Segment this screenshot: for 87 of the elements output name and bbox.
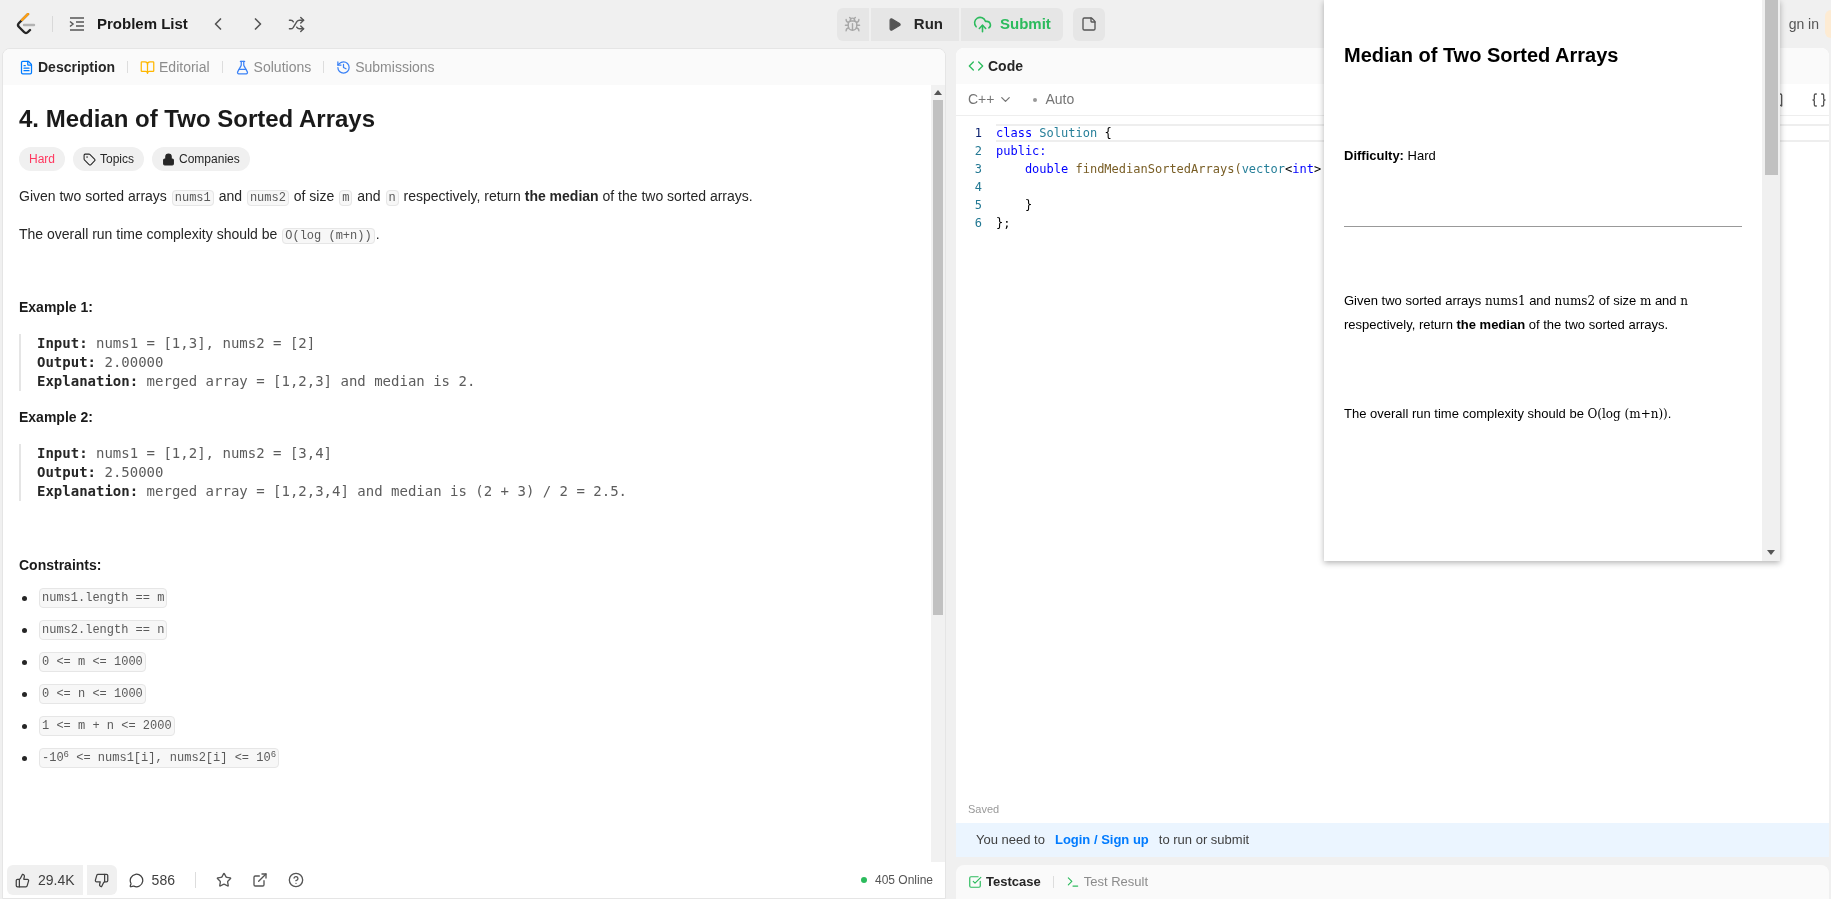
bullet-icon xyxy=(22,723,27,729)
list-icon xyxy=(69,17,85,31)
problem-title: 4. Median of Two Sorted Arrays xyxy=(19,104,377,134)
constraint-code: 1 <= m + n <= 2000 xyxy=(39,716,175,736)
notice-text: to run or submit xyxy=(1158,831,1250,850)
constraint-code: nums2.length == n xyxy=(39,620,168,640)
braces-icon[interactable] xyxy=(1811,91,1827,108)
constraint-code: 0 <= n <= 1000 xyxy=(39,684,146,704)
solutions-tab-icon xyxy=(234,59,250,75)
line-number: 1 xyxy=(973,125,982,142)
login-link[interactable]: Login / Sign up xyxy=(1054,830,1149,850)
terminal-icon xyxy=(1065,875,1080,889)
scroll-thumb[interactable] xyxy=(1764,0,1778,175)
code-icon xyxy=(968,58,984,74)
code-tab[interactable]: Code xyxy=(968,55,1023,77)
bullet-icon xyxy=(22,755,27,761)
favorite-icon[interactable] xyxy=(215,872,232,888)
comment-icon xyxy=(128,872,144,888)
bug-icon xyxy=(844,15,862,33)
code-line: double findMedianSortedArrays(vector<int> xyxy=(1023,161,1322,178)
example-line: Explanation: merged array = [1,2,3] and median is 2. xyxy=(37,372,477,391)
description-tab-icon xyxy=(19,59,34,75)
panel-tab[interactable]: Description xyxy=(15,56,119,78)
popup-title: Median of Two Sorted Arrays xyxy=(1344,43,1620,68)
tag-icon xyxy=(83,152,96,166)
scrollbar[interactable] xyxy=(931,85,945,862)
submissions-tab-icon xyxy=(336,59,352,75)
scroll-thumb[interactable] xyxy=(933,100,943,615)
example-heading: Example 1: xyxy=(19,298,94,317)
save-status: Saved xyxy=(967,801,1001,817)
mode-dropdown[interactable]: Auto xyxy=(1033,89,1075,110)
popup-difficulty: Difficulty: Hard xyxy=(1344,147,1437,165)
bullet-icon xyxy=(22,595,27,601)
code-line: class Solution { xyxy=(996,125,1112,142)
scroll-down-icon[interactable] xyxy=(1767,550,1775,555)
language-dropdown[interactable]: C++ xyxy=(968,89,1014,110)
thumbs-down-icon xyxy=(94,872,110,888)
problem-list-button[interactable]: Problem List xyxy=(69,12,188,36)
code-line: public: xyxy=(996,143,1047,160)
sign-in-link[interactable]: gn in xyxy=(1788,13,1819,35)
tag-chip[interactable]: Topics xyxy=(73,147,145,171)
dislike-button[interactable] xyxy=(86,865,117,895)
line-number: 2 xyxy=(973,143,982,160)
shuffle-icon[interactable] xyxy=(287,15,305,33)
editorial-tab-icon xyxy=(140,59,155,75)
comments-button[interactable]: 586 xyxy=(120,865,183,895)
line-number: 4 xyxy=(973,179,982,196)
problem-statement: The overall run time complexity should be O(log (m+n)) . xyxy=(19,225,381,246)
popup-paragraph: Given two sorted arrays nums1 and nums2 of size m and n respectively, return the median of the two sorted arrays. xyxy=(1344,291,1689,334)
bullet-icon xyxy=(22,659,27,665)
like-button[interactable]: 29.4K xyxy=(7,865,83,895)
run-button[interactable]: Run xyxy=(870,7,960,41)
code-line: } xyxy=(1023,197,1033,214)
example-line: Output: 2.00000 xyxy=(37,353,165,372)
line-number: 3 xyxy=(973,161,982,178)
constraints-heading: Constraints: xyxy=(19,556,103,575)
tag-chip[interactable]: Companies xyxy=(152,147,250,171)
line-number: 5 xyxy=(973,197,982,214)
popup-paragraph: The overall run time complexity should be O(log (m+n)). xyxy=(1344,404,1673,423)
play-icon xyxy=(886,16,902,32)
code-line: }; xyxy=(996,215,1011,232)
note-icon xyxy=(1080,16,1097,32)
line-number: 6 xyxy=(973,215,982,232)
lock-icon xyxy=(162,152,176,166)
cloud-upload-icon xyxy=(973,14,993,34)
thumbs-up-icon xyxy=(15,872,30,888)
logo-icon[interactable] xyxy=(16,13,36,35)
bullet-icon xyxy=(22,691,27,697)
scroll-up-icon[interactable] xyxy=(934,90,942,95)
notice-text: You need to xyxy=(976,831,1045,850)
constraint-code: nums1.length == m xyxy=(39,588,168,608)
problem-statement: Given two sorted arrays nums1 and nums2 of size m and n respectively, return the median of the two sorted arrays. xyxy=(19,187,754,208)
constraint-code: -10$^{6}$ <= nums1[i], nums2[i] <= 10$^{6}$ xyxy=(39,748,280,768)
bullet-icon xyxy=(22,627,27,633)
note-button[interactable] xyxy=(1072,7,1105,41)
online-count: 405 Online xyxy=(874,872,933,889)
example-heading: Example 2: xyxy=(19,408,94,427)
popup-scrollbar[interactable] xyxy=(1762,0,1780,561)
example-line: Input: nums1 = [1,3], nums2 = [2] xyxy=(37,334,317,353)
constraint-code: 0 <= m <= 1000 xyxy=(39,652,146,672)
bottom-tab[interactable]: Testcase xyxy=(968,872,1041,892)
help-icon[interactable] xyxy=(287,872,304,888)
example-line: Explanation: merged array = [1,2,3,4] and median is (2 + 3) / 2 = 2.5. xyxy=(37,482,629,501)
share-icon[interactable] xyxy=(251,872,268,888)
checkbox-icon xyxy=(968,875,982,889)
example-line: Output: 2.50000 xyxy=(37,463,165,482)
example-line: Input: nums1 = [1,2], nums2 = [3,4] xyxy=(37,444,334,463)
